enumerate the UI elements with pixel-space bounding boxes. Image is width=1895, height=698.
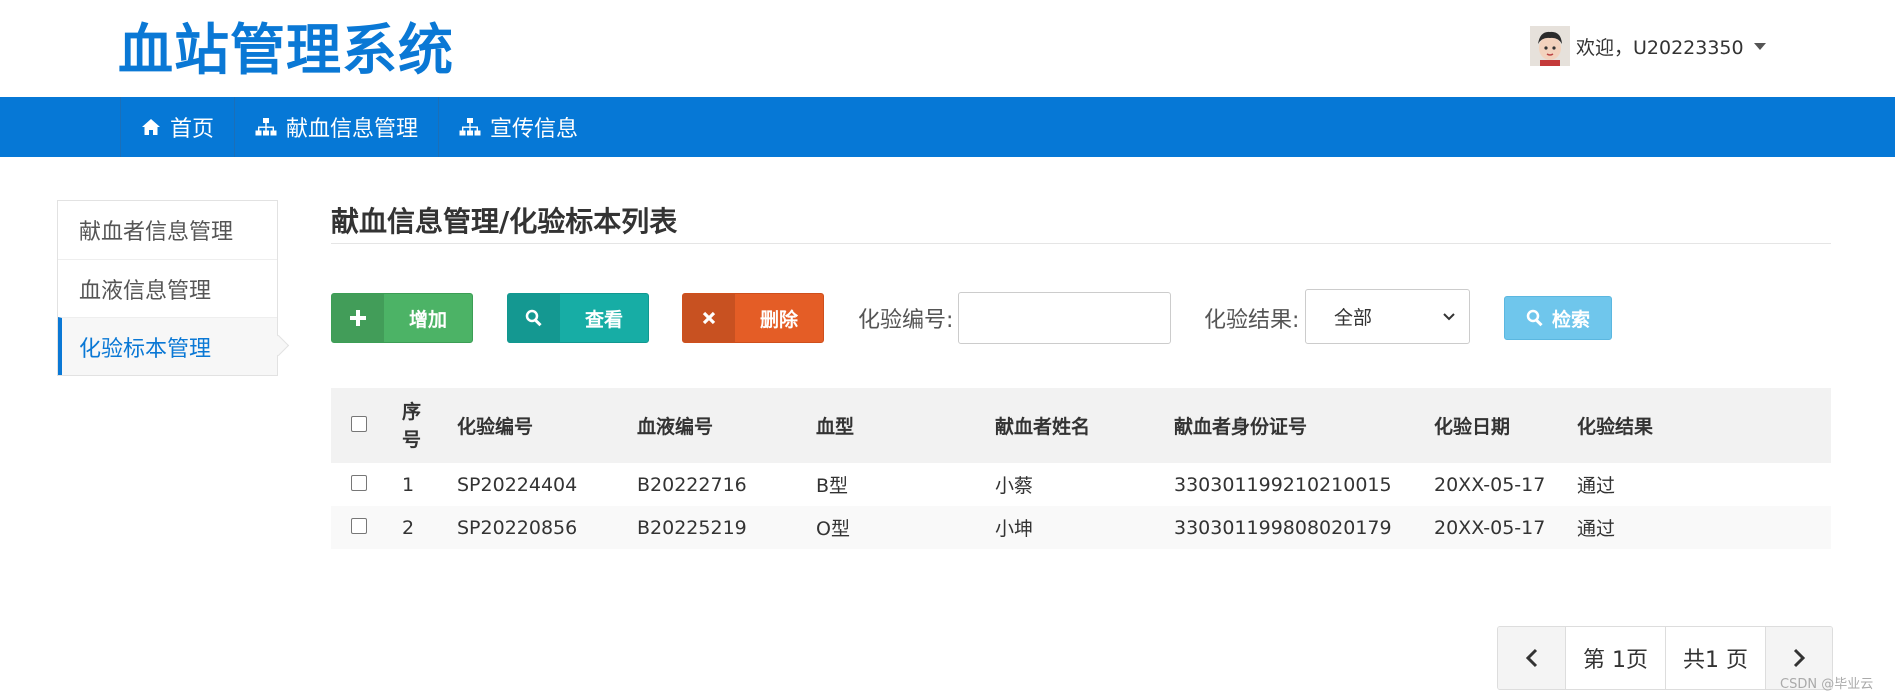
table-cell: 2 <box>402 516 415 539</box>
search-button-label: 检索 <box>1551 308 1590 331</box>
table-row[interactable]: 1 SP20224404 B20222716 B型 小蔡 33030119921… <box>331 463 1831 506</box>
user-name: 欢迎，U20223350 <box>1576 36 1744 59</box>
page-title: 献血信息管理/化验标本列表 <box>331 205 678 238</box>
nav-item-blood-info[interactable]: 献血信息管理 <box>234 97 438 157</box>
table-cell: 330301199808020179 <box>1174 516 1392 539</box>
table-cell: SP20220856 <box>457 516 578 539</box>
sidebar-item-donor-info[interactable]: 献血者信息管理 <box>58 201 277 259</box>
column-header: 血型 <box>816 416 855 438</box>
sidebar-item-label: 化验标本管理 <box>79 336 212 362</box>
chevron-right-icon <box>1793 648 1805 668</box>
nav-item-label: 宣传信息 <box>490 117 579 142</box>
header: 血站管理系统 欢迎，U20223350 <box>0 0 1895 97</box>
nav-item-home[interactable]: 首页 <box>120 97 234 157</box>
table-row[interactable]: 2 SP20220856 B20225219 O型 小坤 33030119980… <box>331 506 1831 549</box>
nav-item-promotion[interactable]: 宣传信息 <box>438 97 598 157</box>
result-select-value: 全部 <box>1334 307 1373 329</box>
plus-icon <box>350 310 366 326</box>
nav-item-label: 献血信息管理 <box>286 117 419 142</box>
table-cell: B型 <box>816 475 849 497</box>
result-label: 化验结果: <box>1204 308 1300 333</box>
table-cell: O型 <box>816 518 850 540</box>
sidebar-item-label: 献血者信息管理 <box>79 220 234 245</box>
table-cell: 1 <box>402 473 415 496</box>
view-button[interactable]: 查看 <box>507 293 649 343</box>
table-cell: B20222716 <box>637 473 747 496</box>
sidebar-item-blood-info[interactable]: 血液信息管理 <box>58 259 277 317</box>
prev-page-button[interactable] <box>1498 627 1565 689</box>
table-cell: 通过 <box>1577 518 1616 540</box>
column-header: 序号 <box>402 400 422 451</box>
result-select[interactable]: 全部 <box>1305 289 1470 344</box>
specimen-no-label: 化验编号: <box>858 308 954 333</box>
sitemap-icon <box>255 118 277 136</box>
title-divider <box>331 243 1831 244</box>
specimen-no-input[interactable] <box>958 292 1171 344</box>
column-header: 血液编号 <box>637 416 714 438</box>
sidebar: 献血者信息管理 血液信息管理 化验标本管理 <box>57 200 278 376</box>
sidebar-item-label: 血液信息管理 <box>79 278 212 304</box>
search-icon <box>1526 309 1543 327</box>
sidebar-item-specimen[interactable]: 化验标本管理 <box>58 317 277 375</box>
table-header: 序号 化验编号 血液编号 血型 献血者姓名 献血者身份证号 化验日期 化验结果 <box>331 388 1831 463</box>
specimen-table: 序号 化验编号 血液编号 血型 献血者姓名 献血者身份证号 化验日期 化验结果 … <box>331 388 1831 549</box>
table-cell: 通过 <box>1577 475 1616 497</box>
table-cell: 小坤 <box>995 518 1034 540</box>
column-header: 化验结果 <box>1577 416 1654 438</box>
select-all-checkbox[interactable] <box>351 415 367 432</box>
search-button[interactable]: 检索 <box>1504 296 1612 340</box>
table-cell: 20XX-05-17 <box>1434 516 1546 539</box>
delete-button[interactable]: 删除 <box>682 293 824 343</box>
column-header: 献血者姓名 <box>995 416 1091 438</box>
chevron-left-icon <box>1525 648 1537 668</box>
table-cell: 20XX-05-17 <box>1434 473 1546 496</box>
table-cell: 330301199210210015 <box>1174 473 1392 496</box>
search-icon <box>525 309 542 327</box>
view-button-label: 查看 <box>584 308 623 331</box>
chevron-down-icon <box>1443 312 1455 320</box>
current-page: 第 1页 <box>1565 627 1665 689</box>
total-pages: 共1 页 <box>1665 627 1765 689</box>
row-checkbox[interactable] <box>351 474 367 491</box>
delete-button-label: 删除 <box>759 308 798 331</box>
caret-down-icon <box>1753 42 1766 50</box>
column-header: 献血者身份证号 <box>1174 416 1308 438</box>
table-cell: SP20224404 <box>457 473 578 496</box>
add-button[interactable]: 增加 <box>331 293 473 343</box>
app: 血站管理系统 欢迎，U20223350 首页 献血信息管理 宣传信息 献血者信息… <box>0 0 1895 698</box>
app-logo: 血站管理系统 <box>118 18 455 82</box>
table-cell: B20225219 <box>637 516 747 539</box>
row-checkbox[interactable] <box>351 517 367 534</box>
user-menu[interactable]: 欢迎，U20223350 <box>1530 26 1766 66</box>
column-header: 化验日期 <box>1434 416 1511 438</box>
column-header: 化验编号 <box>457 416 534 438</box>
table-cell: 小蔡 <box>995 475 1034 497</box>
watermark: CSDN @毕业云 <box>1780 677 1874 692</box>
nav-item-label: 首页 <box>170 117 215 142</box>
add-button-label: 增加 <box>408 308 447 331</box>
main-nav: 首页 献血信息管理 宣传信息 <box>0 97 1895 157</box>
close-icon <box>702 311 716 325</box>
avatar <box>1530 26 1570 66</box>
sitemap-icon <box>459 118 481 136</box>
home-icon <box>142 119 160 135</box>
